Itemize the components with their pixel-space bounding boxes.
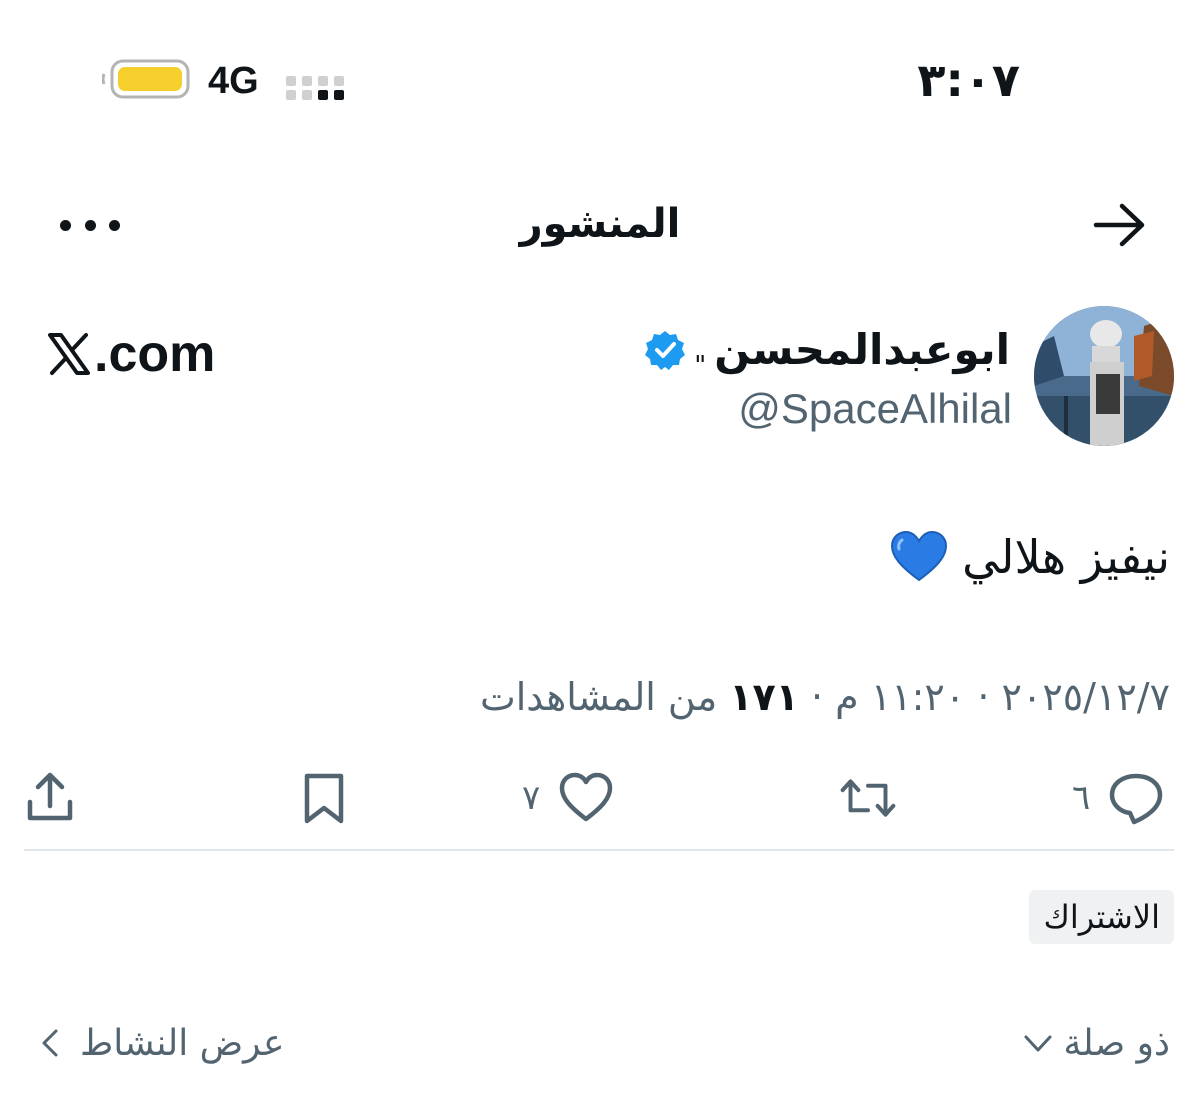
- more-dot-icon: [60, 219, 71, 231]
- x-com-domain: .com: [94, 325, 216, 383]
- tweet-text: نيفيز هلالي: [962, 530, 1170, 584]
- repost-button[interactable]: [840, 766, 896, 830]
- more-dot-icon: [84, 219, 96, 231]
- divider: [24, 849, 1174, 851]
- page-title: المنشور: [519, 201, 681, 247]
- heart-icon: [560, 772, 613, 822]
- reply-count: ٦: [1072, 778, 1091, 818]
- meta-separator: ·: [810, 675, 824, 719]
- more-dot-icon: [109, 219, 120, 231]
- author-handle[interactable]: @SpaceAlhilal: [738, 380, 1012, 438]
- view-activity-label: عرض النشاط: [80, 1022, 285, 1064]
- chevron-down-icon: [1024, 1035, 1052, 1052]
- blue-heart-icon: [891, 530, 948, 582]
- network-type: 4G: [208, 60, 259, 102]
- avatar[interactable]: [1034, 306, 1174, 446]
- x-logo-icon: [48, 333, 90, 375]
- back-arrow-icon[interactable]: [1092, 200, 1148, 250]
- views-count: ١٧١: [729, 675, 799, 719]
- x-com-watermark: .com: [46, 322, 215, 386]
- status-time: ٣:٠٧: [917, 53, 1020, 107]
- like-button[interactable]: ٧: [522, 766, 614, 830]
- more-options-button[interactable]: [60, 200, 120, 250]
- related-sort-dropdown[interactable]: ذو صلة: [1023, 1016, 1170, 1070]
- views-label: من المشاهدات: [479, 675, 718, 719]
- battery-icon: [102, 59, 190, 99]
- reply-button[interactable]: ٦: [1072, 766, 1164, 830]
- author-name-row[interactable]: ابوعبدالمحسن ": [644, 318, 1010, 382]
- chevron-left-icon: [42, 1029, 58, 1057]
- share-icon: [27, 772, 73, 821]
- tweet-meta: ٢٠٢٥/١٢/٧ · ١١:٢٠ م · ١٧١ من المشاهدات: [480, 670, 1170, 724]
- related-label: ذو صلة: [1063, 1022, 1170, 1064]
- repost-icon: [840, 779, 896, 817]
- signal-strength-icon: [286, 76, 344, 100]
- like-count: ٧: [522, 778, 541, 818]
- view-activity-link[interactable]: عرض النشاط: [36, 1016, 285, 1070]
- subscribe-button[interactable]: الاشتراك: [1029, 890, 1174, 944]
- bookmark-button[interactable]: [296, 766, 352, 830]
- avatar-image: [1034, 306, 1174, 446]
- tweet-time: ١١:٢٠ م: [835, 675, 966, 719]
- reply-bubble-icon: [1110, 773, 1163, 825]
- tweet-date: ٢٠٢٥/١٢/٧: [1001, 675, 1170, 719]
- meta-separator: ·: [977, 675, 990, 719]
- share-button[interactable]: [22, 766, 78, 830]
- verified-badge-icon: [645, 331, 686, 370]
- tweet-body: نيفيز هلالي: [890, 524, 1170, 590]
- author-name-mark: ": [694, 351, 707, 381]
- author-name: ابوعبدالمحسن: [714, 325, 1010, 374]
- bookmark-icon: [304, 773, 344, 824]
